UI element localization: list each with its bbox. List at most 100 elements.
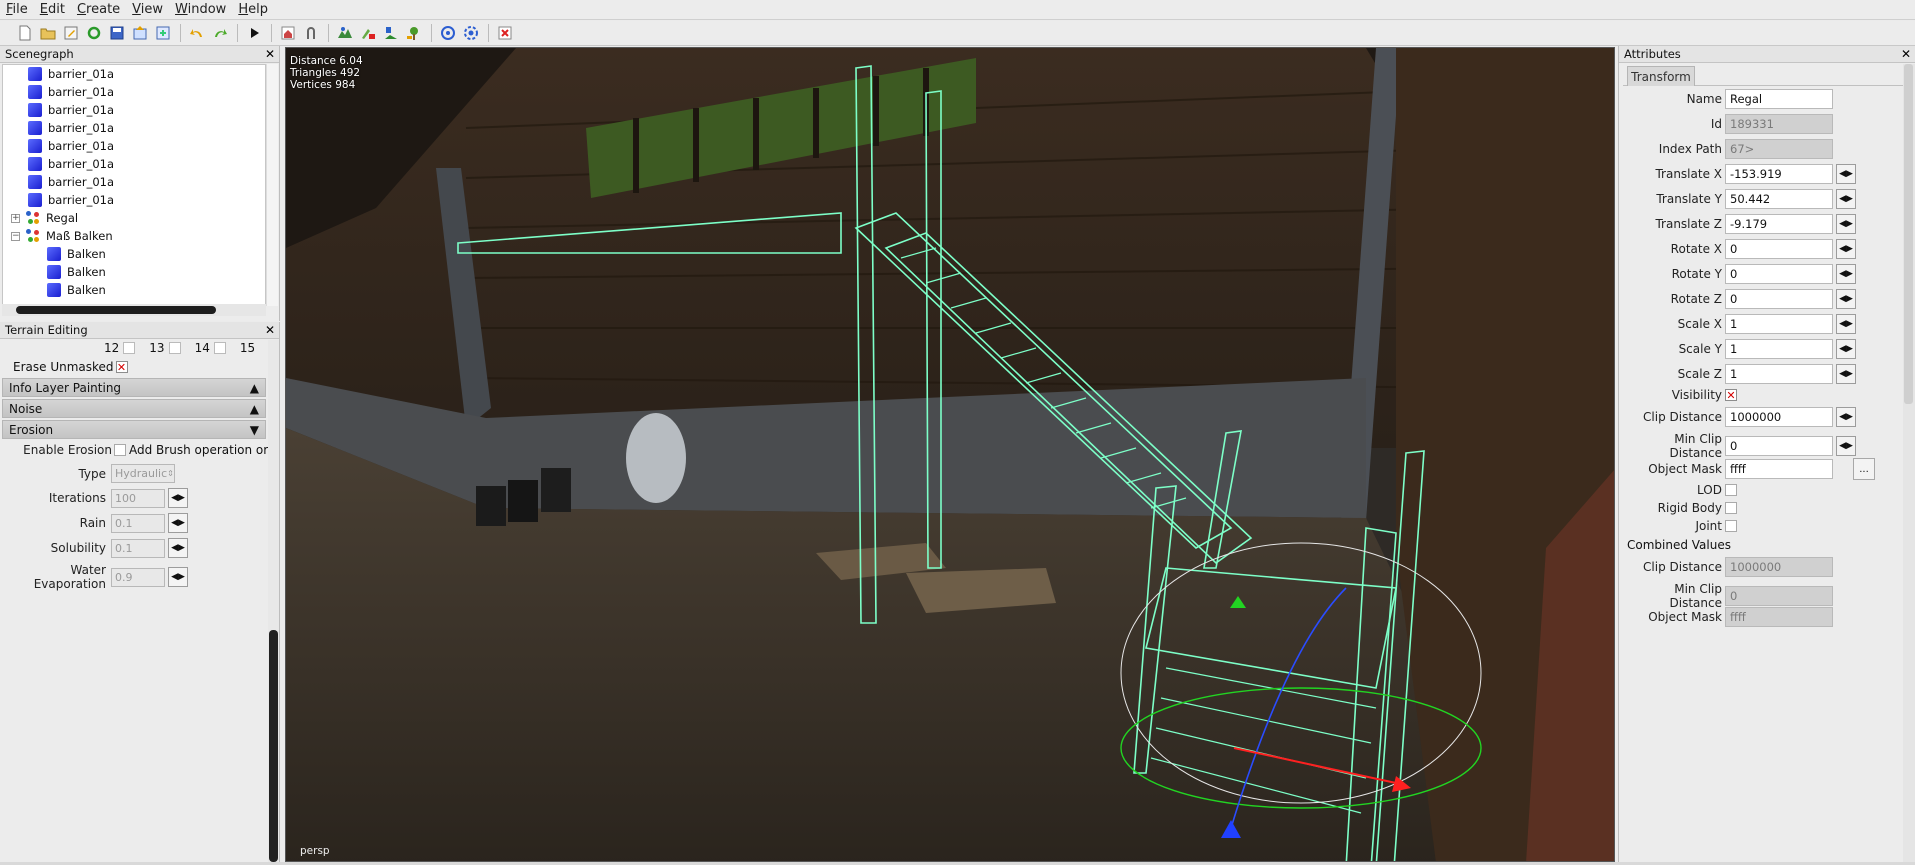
translate-x-input[interactable]: -153.919 xyxy=(1725,164,1833,184)
tree-item[interactable]: barrier_01a xyxy=(3,191,265,209)
tree-item[interactable]: − Maß Balken xyxy=(3,227,265,245)
gizmo-icon[interactable] xyxy=(437,23,458,44)
rotate-z-stepper-icon[interactable]: ◀▶ xyxy=(1836,289,1856,309)
solubility-input[interactable]: 0.1 xyxy=(111,538,165,558)
iterations-stepper-icon[interactable]: ◀▶ xyxy=(168,488,188,508)
rain-input[interactable]: 0.1 xyxy=(111,513,165,533)
terrain-vertical-scrollbar[interactable] xyxy=(268,340,279,865)
expand-icon[interactable]: + xyxy=(11,213,20,223)
new-file-icon[interactable] xyxy=(14,23,35,44)
visibility-checkbox[interactable]: ✕ xyxy=(1725,389,1737,401)
export-icon[interactable] xyxy=(129,23,150,44)
scale-y-label: Scale Y xyxy=(1678,342,1722,356)
rotate-y-stepper-icon[interactable]: ◀▶ xyxy=(1836,264,1856,284)
translate-y-input[interactable]: 50.442 xyxy=(1725,189,1833,209)
water-evaporation-stepper-icon[interactable]: ◀▶ xyxy=(168,567,188,587)
rotate-x-input[interactable]: 0 xyxy=(1725,239,1833,259)
scale-z-stepper-icon[interactable]: ◀▶ xyxy=(1836,364,1856,384)
tree-item[interactable]: barrier_01a xyxy=(3,83,265,101)
edit-icon[interactable] xyxy=(60,23,81,44)
refresh-icon[interactable] xyxy=(83,23,104,44)
close-icon[interactable]: ✕ xyxy=(1901,47,1911,61)
placement-icon[interactable] xyxy=(403,23,424,44)
open-icon[interactable] xyxy=(37,23,58,44)
terrain-icon[interactable] xyxy=(334,23,355,44)
rain-stepper-icon[interactable]: ◀▶ xyxy=(168,513,188,533)
scale-x-input[interactable]: 1 xyxy=(1725,314,1833,334)
solubility-stepper-icon[interactable]: ◀▶ xyxy=(168,538,188,558)
tab-transform[interactable]: Transform xyxy=(1627,66,1695,86)
scene-tree[interactable]: barrier_01a barrier_01a barrier_01a barrier… xyxy=(2,64,266,306)
tree-item[interactable]: barrier_01a xyxy=(3,119,265,137)
scale-y-stepper-icon[interactable]: ◀▶ xyxy=(1836,339,1856,359)
close-icon[interactable]: ✕ xyxy=(265,323,275,337)
redo-icon[interactable] xyxy=(209,23,230,44)
channel-checkbox[interactable] xyxy=(168,342,181,354)
menu-window[interactable]: Window xyxy=(169,0,232,20)
noise-section[interactable]: Noise ▲ xyxy=(2,399,266,418)
lod-checkbox[interactable] xyxy=(1725,484,1737,496)
menu-edit[interactable]: Edit xyxy=(34,0,71,20)
tree-item[interactable]: + Regal xyxy=(3,209,265,227)
settings-icon[interactable] xyxy=(460,23,481,44)
toolbar xyxy=(0,21,1915,46)
rotate-y-input[interactable]: 0 xyxy=(1725,264,1833,284)
name-input[interactable]: Regal xyxy=(1725,89,1833,109)
paint-icon[interactable] xyxy=(357,23,378,44)
tree-item[interactable]: barrier_01a xyxy=(3,173,265,191)
menu-view[interactable]: View xyxy=(126,0,169,20)
water-evaporation-input[interactable]: 0.9 xyxy=(111,567,165,587)
info-layer-painting-section[interactable]: Info Layer Painting ▲ xyxy=(2,378,266,397)
foliage-icon[interactable] xyxy=(380,23,401,44)
translate-y-stepper-icon[interactable]: ◀▶ xyxy=(1836,189,1856,209)
menu-file[interactable]: File xyxy=(0,0,34,20)
menu-create[interactable]: Create xyxy=(71,0,126,20)
object-mask-input[interactable]: ffff xyxy=(1725,459,1833,479)
min-clip-distance-stepper-icon[interactable]: ◀▶ xyxy=(1836,436,1856,456)
channel-checkbox[interactable] xyxy=(213,342,226,354)
rotate-z-input[interactable]: 0 xyxy=(1725,289,1833,309)
scenegraph-horizontal-scrollbar[interactable] xyxy=(2,304,266,316)
scale-x-stepper-icon[interactable]: ◀▶ xyxy=(1836,314,1856,334)
collapse-icon[interactable]: − xyxy=(11,231,20,241)
home-icon[interactable] xyxy=(277,23,298,44)
joint-checkbox[interactable] xyxy=(1725,520,1737,532)
tree-item[interactable]: barrier_01a xyxy=(3,101,265,119)
scenegraph-vertical-scrollbar[interactable] xyxy=(266,64,278,306)
id-field: 189331 xyxy=(1725,114,1833,134)
channel-checkbox[interactable] xyxy=(123,342,136,354)
magnet-icon[interactable] xyxy=(300,23,321,44)
save-icon[interactable] xyxy=(106,23,127,44)
lod-label: LOD xyxy=(1697,483,1722,497)
tree-item[interactable]: barrier_01a xyxy=(3,137,265,155)
tree-item[interactable]: barrier_01a xyxy=(3,155,265,173)
object-mask-button[interactable]: ... xyxy=(1853,458,1875,480)
scale-z-input[interactable]: 1 xyxy=(1725,364,1833,384)
clip-distance-stepper-icon[interactable]: ◀▶ xyxy=(1836,407,1856,427)
enable-erosion-checkbox[interactable] xyxy=(114,444,126,456)
undo-icon[interactable] xyxy=(186,23,207,44)
type-select[interactable]: Hydraulic ⇕ xyxy=(111,464,175,483)
delete-icon[interactable] xyxy=(494,23,515,44)
clip-distance-input[interactable]: 1000000 xyxy=(1725,407,1833,427)
erase-unmasked-checkbox[interactable]: ✕ xyxy=(115,361,128,373)
translate-x-stepper-icon[interactable]: ◀▶ xyxy=(1836,164,1856,184)
menu-help[interactable]: Help xyxy=(232,0,274,20)
translate-z-stepper-icon[interactable]: ◀▶ xyxy=(1836,214,1856,234)
tree-item[interactable]: Balken xyxy=(3,281,265,299)
play-icon[interactable] xyxy=(243,23,264,44)
rotate-x-stepper-icon[interactable]: ◀▶ xyxy=(1836,239,1856,259)
rigid-body-checkbox[interactable] xyxy=(1725,502,1737,514)
iterations-input[interactable]: 100 xyxy=(111,488,165,508)
3d-viewport[interactable]: Distance 6.04 Triangles 492 Vertices 984… xyxy=(285,47,1615,862)
tree-item[interactable]: Balken xyxy=(3,245,265,263)
tree-item[interactable]: barrier_01a xyxy=(3,65,265,83)
attributes-vertical-scrollbar[interactable] xyxy=(1903,64,1915,864)
min-clip-distance-input[interactable]: 0 xyxy=(1725,436,1833,456)
tree-item[interactable]: Balken xyxy=(3,263,265,281)
import-icon[interactable] xyxy=(152,23,173,44)
translate-z-input[interactable]: -9.179 xyxy=(1725,214,1833,234)
erosion-section[interactable]: Erosion ▼ xyxy=(2,420,266,439)
close-icon[interactable]: ✕ xyxy=(265,47,275,61)
scale-y-input[interactable]: 1 xyxy=(1725,339,1833,359)
